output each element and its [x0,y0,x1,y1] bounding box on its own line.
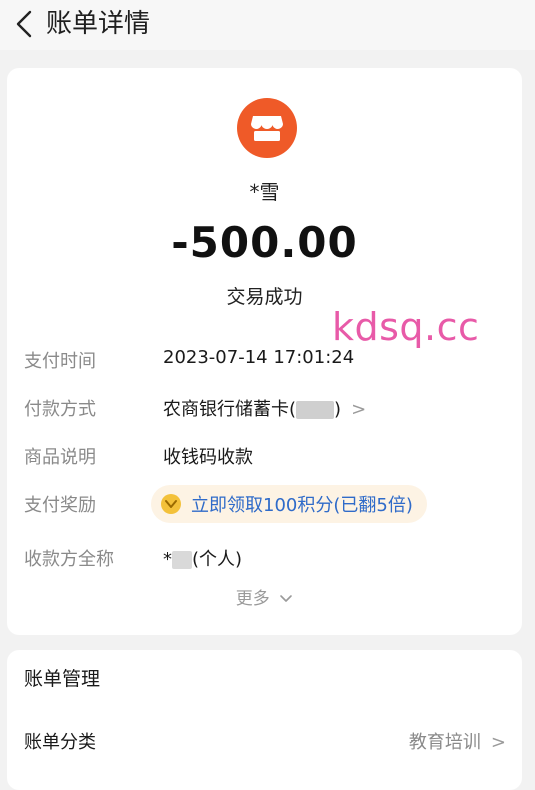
masked-card-number [296,401,335,419]
pay-method-value[interactable]: 农商银行储蓄卡() > [163,395,366,421]
more-label: 更多 [235,589,270,609]
bill-management-card: 账单管理 账单分类 教育培训 > [7,650,522,790]
coin-icon [161,494,181,514]
bill-detail-card: *雪 -500.00 交易成功 kdsq.cc 支付时间 2023-07-14 … [7,68,522,635]
page-title: 账单详情 [46,9,151,39]
transaction-amount: -500.00 [171,218,358,267]
reward-claim-button[interactable]: 立即领取100积分(已翻5倍) [151,485,427,523]
product-label: 商品说明 [24,447,96,468]
pay-method-prefix: 农商银行储蓄卡( [163,399,297,420]
reward-label: 支付奖励 [24,495,96,516]
pay-time-value: 2023-07-14 17:01:24 [163,347,355,368]
merchant-name: *雪 [249,180,280,204]
masked-payee-name [172,551,192,569]
chevron-right-icon: > [490,732,506,753]
payee-suffix: (个人) [192,549,243,570]
pay-method-suffix: ) [334,399,342,420]
reward-text: 立即领取100积分(已翻5倍) [191,495,413,516]
bill-category-value[interactable]: 教育培训 > [409,728,506,754]
payee-value: * (个人) [163,545,242,571]
product-value: 收钱码收款 [163,447,253,468]
pay-method-label: 付款方式 [24,399,96,420]
store-icon [251,116,283,141]
top-bar: 账单详情 [0,0,535,50]
back-button[interactable] [8,6,40,42]
chevron-left-icon [16,10,32,38]
chevron-down-icon [280,595,293,602]
bill-category-label: 账单分类 [24,732,96,753]
watermark-text: kdsq.cc [332,305,480,349]
bill-management-title: 账单管理 [24,668,101,690]
more-toggle[interactable]: 更多 [7,584,522,609]
payee-label: 收款方全称 [24,549,114,570]
chevron-right-icon: > [351,399,367,420]
bill-category-text: 教育培训 [408,732,481,753]
pay-time-label: 支付时间 [24,351,96,372]
payee-prefix: * [163,549,172,570]
merchant-avatar [237,98,297,158]
